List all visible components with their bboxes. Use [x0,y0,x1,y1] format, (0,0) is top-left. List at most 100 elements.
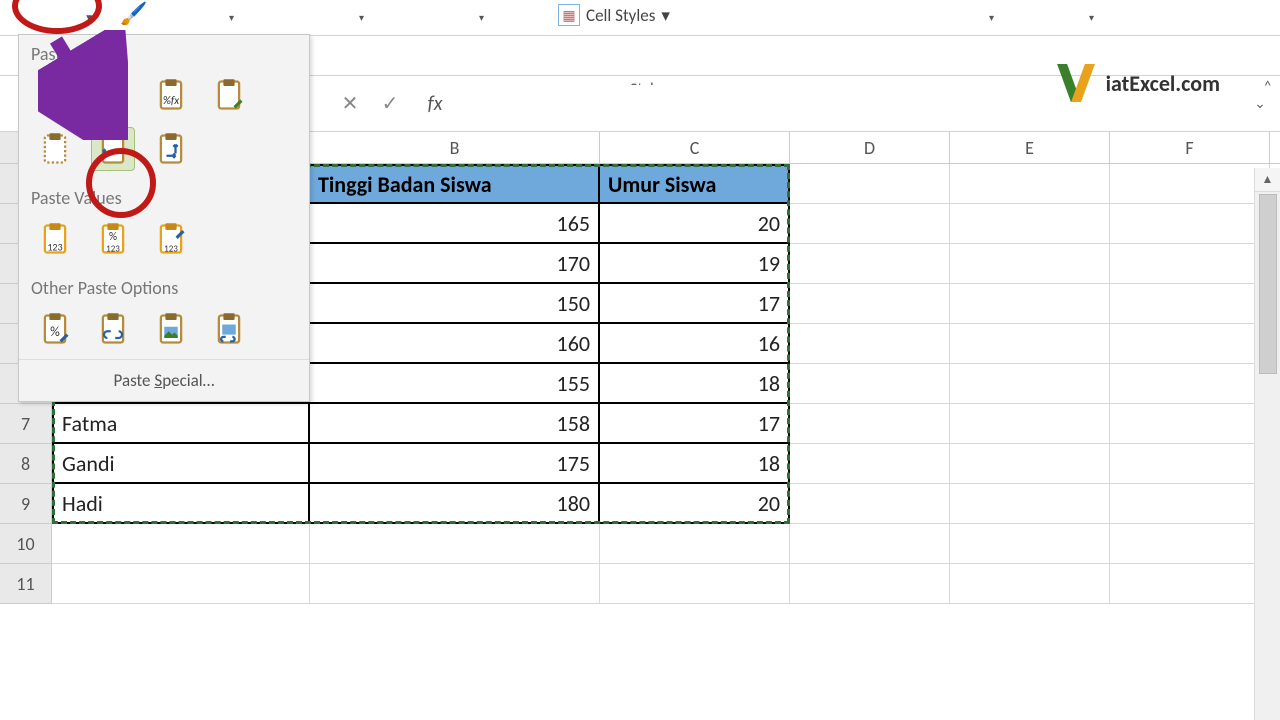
column-header-E[interactable]: E [950,132,1110,163]
cell[interactable]: 18 [600,444,790,484]
cell[interactable] [790,564,950,604]
cell[interactable] [950,564,1110,604]
scroll-up-button[interactable]: ▲ [1255,168,1280,192]
cell[interactable] [950,444,1110,484]
cell[interactable]: 175 [310,444,600,484]
row-header[interactable]: 8 [0,444,52,484]
cell[interactable] [790,204,950,244]
paste-all-button[interactable] [33,73,77,117]
ribbon-group-dropdown[interactable]: ▾ [960,3,1000,33]
cell[interactable] [790,404,950,444]
paste-formulas-number-format-button[interactable]: %fx [149,73,193,117]
scroll-thumb[interactable] [1259,194,1277,374]
cell[interactable] [310,524,600,564]
cell[interactable]: 17 [600,404,790,444]
cell[interactable] [600,524,790,564]
cell[interactable] [1110,164,1270,204]
insert-function-button[interactable]: fx [410,92,460,116]
cell[interactable]: Tinggi Badan Siswa [310,164,600,204]
cell[interactable]: 150 [310,284,600,324]
paste-linked-picture-button[interactable] [207,307,251,351]
row-header[interactable]: 7 [0,404,52,444]
cell[interactable] [790,484,950,524]
cell[interactable] [1110,564,1270,604]
cell[interactable] [1110,484,1270,524]
cell[interactable] [1110,324,1270,364]
cell[interactable] [1110,524,1270,564]
ribbon-group-dropdown[interactable]: ▼ [0,3,100,33]
cell[interactable] [790,284,950,324]
paste-picture-button[interactable] [149,307,193,351]
cell[interactable]: 18 [600,364,790,404]
paste-link-button[interactable] [91,307,135,351]
column-header-C[interactable]: C [600,132,790,163]
paste-formatting-button[interactable]: % [33,307,77,351]
ribbon-group-dropdown[interactable]: ▾ [1060,3,1100,33]
ribbon-group-dropdown[interactable]: ▾ [240,3,370,33]
cell[interactable] [950,364,1110,404]
cell[interactable] [1110,244,1270,284]
confirm-entry-button[interactable]: ✓ [370,91,410,116]
cell[interactable] [950,324,1110,364]
ribbon-group-dropdown[interactable]: ▾ [370,3,490,33]
cell[interactable] [950,284,1110,324]
row-header[interactable]: 11 [0,564,52,604]
cell[interactable] [310,564,600,604]
paste-no-borders-button[interactable] [33,127,77,171]
cell[interactable]: Hadi [52,484,310,524]
cell[interactable] [950,164,1110,204]
cell[interactable] [1110,364,1270,404]
cell[interactable]: 158 [310,404,600,444]
cell[interactable] [1110,204,1270,244]
cell[interactable] [600,564,790,604]
paste-formulas-button[interactable]: fx [91,73,135,117]
cell[interactable]: 17 [600,284,790,324]
paste-keep-column-widths-button[interactable] [91,127,135,171]
column-header-F[interactable]: F [1110,132,1270,163]
paste-keep-source-formatting-button[interactable] [207,73,251,117]
cell[interactable]: 155 [310,364,600,404]
cell[interactable]: 165 [310,204,600,244]
cell[interactable]: 160 [310,324,600,364]
cell[interactable] [950,244,1110,284]
cell[interactable]: 20 [600,484,790,524]
cell[interactable] [1110,284,1270,324]
cell[interactable]: 20 [600,204,790,244]
paste-special-menu-item[interactable]: Paste Special… [19,359,309,401]
formula-input[interactable] [460,85,1240,123]
cell[interactable]: 19 [600,244,790,284]
cell[interactable] [1110,404,1270,444]
row-header[interactable]: 10 [0,524,52,564]
cell[interactable] [950,524,1110,564]
paste-values-button[interactable]: 123 [33,217,77,261]
cell[interactable] [52,564,310,604]
cell[interactable]: 180 [310,484,600,524]
cell[interactable]: Umur Siswa [600,164,790,204]
cell[interactable] [790,524,950,564]
cell[interactable] [950,404,1110,444]
cell[interactable] [790,444,950,484]
row-header[interactable]: 9 [0,484,52,524]
cell[interactable]: Gandi [52,444,310,484]
vertical-scrollbar[interactable]: ▲ [1254,168,1280,720]
cell[interactable]: 170 [310,244,600,284]
cell[interactable] [790,364,950,404]
cancel-entry-button[interactable]: ✕ [330,91,370,116]
cell[interactable] [790,164,950,204]
paste-transpose-button[interactable] [149,127,193,171]
cell[interactable] [1110,444,1270,484]
cell[interactable]: 16 [600,324,790,364]
cell[interactable] [790,324,950,364]
cell[interactable] [52,524,310,564]
column-header-D[interactable]: D [790,132,950,163]
paste-values-source-formatting-button[interactable]: 123 [149,217,193,261]
cell[interactable]: Fatma [52,404,310,444]
expand-formula-bar-button[interactable]: ⌄ [1240,95,1280,112]
cell[interactable] [950,204,1110,244]
cell[interactable] [790,244,950,284]
column-header-B[interactable]: B [310,132,600,163]
cell-styles-button[interactable]: ▦ Cell Styles ▾ [558,4,670,26]
cell[interactable] [950,484,1110,524]
format-painter-icon[interactable]: 🖌️ [120,0,147,27]
paste-values-number-format-button[interactable]: %123 [91,217,135,261]
